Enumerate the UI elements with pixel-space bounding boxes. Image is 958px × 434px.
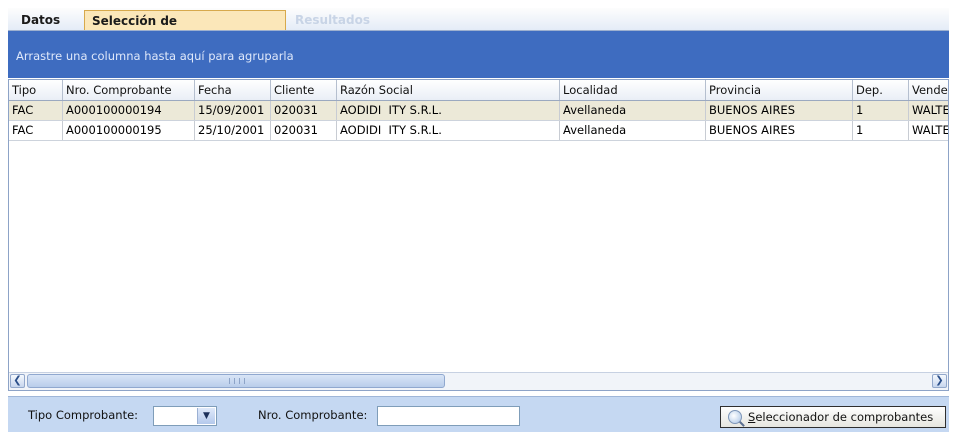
column-header-tipo[interactable]: Tipo [9,80,63,100]
tab-strip: Datos Selección de comprobantes Resultad… [8,8,949,48]
vouchers-grid[interactable]: Tipo Nro. Comprobante Fecha Cliente Razó… [8,79,949,391]
cell-nro-comprobante: A000100000195 [63,121,195,140]
cell-cliente: 020031 [271,101,337,120]
column-header-nro-comprobante[interactable]: Nro. Comprobante [63,80,195,100]
scrollbar-thumb[interactable] [27,374,445,388]
button-label: eleccionador de comprobantes [755,410,934,424]
column-header-razon-social[interactable]: Razón Social [337,80,560,100]
cell-tipo: FAC [9,101,63,120]
cell-dep: 1 [853,121,909,140]
cell-dep: 1 [853,101,909,120]
cell-provincia: BUENOS AIRES [706,121,853,140]
column-header-cliente[interactable]: Cliente [271,80,337,100]
filter-bar: Tipo Comprobante: ▼ Nro. Comprobante: Se… [8,396,949,432]
tab-seleccion-comprobantes[interactable]: Selección de comprobantes [84,10,286,48]
table-row[interactable]: FAC A000100000194 15/09/2001 020031 AODI… [9,101,948,121]
tipo-comprobante-label: Tipo Comprobante: [28,408,139,422]
chevron-down-icon[interactable]: ▼ [197,408,215,424]
cell-localidad: Avellaneda [560,101,706,120]
column-header-dep[interactable]: Dep. [853,80,909,100]
cell-provincia: BUENOS AIRES [706,101,853,120]
cell-fecha: 25/10/2001 [195,121,271,140]
cell-cliente: 020031 [271,121,337,140]
cell-vendedor: WALTE [909,121,948,140]
column-header-provincia[interactable]: Provincia [706,80,853,100]
tab-datos[interactable]: Datos [14,10,84,30]
cell-nro-comprobante: A000100000194 [63,101,195,120]
column-header-vendedor[interactable]: Vended [909,80,948,100]
cell-razon-social: AODIDI ITY S.R.L. [337,121,560,140]
seleccionador-comprobantes-button[interactable]: Seleccionador de comprobantes [720,406,946,428]
cell-fecha: 15/09/2001 [195,101,271,120]
cell-tipo: FAC [9,121,63,140]
scroll-left-icon[interactable]: ❮ [10,374,25,388]
cell-localidad: Avellaneda [560,121,706,140]
nro-comprobante-label: Nro. Comprobante: [258,408,368,422]
grip-icon [229,378,245,384]
scroll-right-icon[interactable]: ❯ [932,374,947,388]
column-header-localidad[interactable]: Localidad [560,80,706,100]
group-by-hint: Arrastre una columna hasta aquí para agr… [16,49,294,63]
horizontal-scrollbar[interactable]: ❮ ❯ [9,372,948,390]
tab-resultados[interactable]: Resultados [288,10,370,30]
column-header-fecha[interactable]: Fecha [195,80,271,100]
cell-vendedor: WALTE [909,101,948,120]
magnifier-icon [728,410,742,424]
grid-header: Tipo Nro. Comprobante Fecha Cliente Razó… [9,80,948,101]
nro-comprobante-input[interactable] [377,406,520,426]
tipo-comprobante-select[interactable]: ▼ [153,406,217,426]
cell-razon-social: AODIDI ITY S.R.L. [337,101,560,120]
group-by-panel[interactable]: Arrastre una columna hasta aquí para agr… [8,31,949,78]
table-row[interactable]: FAC A000100000195 25/10/2001 020031 AODI… [9,121,948,141]
